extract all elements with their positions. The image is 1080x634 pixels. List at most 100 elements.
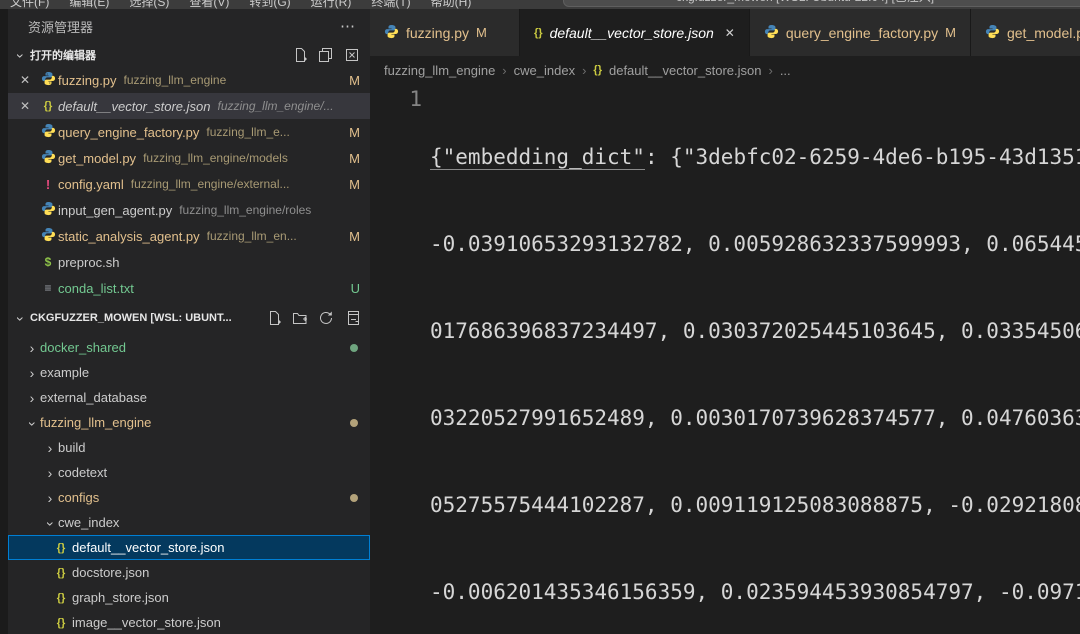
tab-get-model[interactable]: get_model.p bbox=[971, 9, 1080, 56]
tree-folder-fuzzing-llm-engine[interactable]: › fuzzing_llm_engine bbox=[8, 410, 370, 435]
menu-help[interactable]: 帮助(H) bbox=[431, 0, 472, 9]
open-editor-config-yaml[interactable]: ! config.yaml fuzzing_llm_engine/externa… bbox=[8, 171, 370, 197]
chevron-right-icon: › bbox=[24, 390, 40, 406]
open-editors-header[interactable]: › 打开的编辑器 bbox=[8, 43, 370, 67]
json-icon: {} bbox=[50, 567, 72, 579]
open-editor-preproc-sh[interactable]: $ preproc.sh bbox=[8, 249, 370, 275]
tree-folder-configs[interactable]: › configs bbox=[8, 485, 370, 510]
tree-file-docstore[interactable]: {} docstore.json bbox=[8, 560, 370, 585]
chevron-down-icon: › bbox=[25, 415, 41, 431]
git-status-badge: M bbox=[346, 151, 360, 166]
breadcrumb-item[interactable]: default__vector_store.json bbox=[609, 63, 761, 78]
menu-view[interactable]: 查看(V) bbox=[189, 0, 229, 9]
tree-file-graph-store[interactable]: {} graph_store.json bbox=[8, 585, 370, 610]
tree-folder-example[interactable]: › example bbox=[8, 360, 370, 385]
collapse-all-icon[interactable] bbox=[344, 310, 360, 326]
chevron-right-icon: › bbox=[24, 365, 40, 381]
menu-terminal[interactable]: 终端(T) bbox=[371, 0, 410, 9]
python-icon bbox=[38, 123, 58, 141]
new-file-icon[interactable] bbox=[292, 47, 308, 63]
python-icon bbox=[38, 201, 58, 219]
breadcrumb-item[interactable]: fuzzing_llm_engine bbox=[384, 63, 495, 78]
command-center-search[interactable]: › ckgfuzzer_mowen [WSL: Ubuntu-22.04] [已… bbox=[563, 0, 1080, 7]
close-icon[interactable]: ✕ bbox=[725, 26, 735, 40]
json-icon: {} bbox=[50, 592, 72, 604]
json-icon: {} bbox=[50, 542, 72, 554]
chevron-right-icon: › bbox=[42, 490, 58, 506]
text-file-icon: ≡ bbox=[38, 281, 58, 295]
menu-selection[interactable]: 选择(S) bbox=[129, 0, 169, 9]
json-content: {"embedding_dict": {"3debfc02-6259-4de6-… bbox=[430, 85, 1080, 634]
vscode-window: 文件(F) 编辑(E) 选择(S) 查看(V) 转到(G) 运行(R) 终端(T… bbox=[0, 0, 1080, 634]
chevron-down-icon: › bbox=[13, 48, 29, 64]
tab-default-vector-store[interactable]: {} default__vector_store.json ✕ bbox=[520, 9, 750, 56]
git-status-badge: M bbox=[346, 229, 360, 244]
tab-fuzzing-py[interactable]: fuzzing.py M bbox=[370, 9, 520, 56]
open-editors-label: 打开的编辑器 bbox=[30, 47, 96, 63]
git-status-badge: M bbox=[346, 73, 360, 88]
tree-folder-external-database[interactable]: › external_database bbox=[8, 385, 370, 410]
close-icon[interactable]: ✕ bbox=[20, 73, 38, 87]
explorer-sidebar: 资源管理器 ⋯ › 打开的编辑器 ✕ fuzzing.py fuzzing_ll… bbox=[8, 9, 370, 634]
python-icon bbox=[764, 24, 779, 42]
tree-folder-docker-shared[interactable]: › docker_shared bbox=[8, 335, 370, 360]
close-all-icon[interactable] bbox=[344, 47, 360, 63]
breadcrumb-item[interactable]: cwe_index bbox=[514, 63, 575, 78]
chevron-down-icon: › bbox=[43, 515, 59, 531]
json-icon: {} bbox=[50, 617, 72, 629]
open-editor-static-analysis-agent[interactable]: static_analysis_agent.py fuzzing_llm_en.… bbox=[8, 223, 370, 249]
menu-run[interactable]: 运行(R) bbox=[311, 0, 352, 9]
chevron-right-icon: › bbox=[768, 63, 772, 78]
git-status-badge: M bbox=[346, 177, 360, 192]
python-icon bbox=[985, 24, 1000, 42]
workspace-header[interactable]: › CKGFUZZER_MOWEN [WSL: UBUNT... bbox=[8, 301, 370, 335]
python-icon bbox=[38, 149, 58, 167]
tab-query-engine-factory[interactable]: query_engine_factory.py M bbox=[750, 9, 971, 56]
open-editor-input-gen-agent[interactable]: input_gen_agent.py fuzzing_llm_engine/ro… bbox=[8, 197, 370, 223]
close-icon[interactable]: ✕ bbox=[20, 99, 38, 113]
new-folder-icon[interactable] bbox=[292, 310, 308, 326]
editor-group: fuzzing.py M {} default__vector_store.js… bbox=[370, 9, 1080, 634]
save-all-icon[interactable] bbox=[318, 47, 334, 63]
json-icon: {} bbox=[534, 27, 543, 39]
tree-file-default-vector-store[interactable]: {} default__vector_store.json bbox=[8, 535, 370, 560]
menu-file[interactable]: 文件(F) bbox=[10, 0, 49, 9]
open-editor-get-model[interactable]: get_model.py fuzzing_llm_engine/models M bbox=[8, 145, 370, 171]
chevron-right-icon: › bbox=[42, 465, 58, 481]
explorer-title: 资源管理器 bbox=[28, 17, 93, 36]
breadcrumb: fuzzing_llm_engine › cwe_index › {} defa… bbox=[370, 56, 1080, 84]
open-editor-conda-list[interactable]: ≡ conda_list.txt U bbox=[8, 275, 370, 301]
tree-file-image-vector-store[interactable]: {} image__vector_store.json bbox=[8, 610, 370, 634]
new-file-icon[interactable] bbox=[266, 310, 282, 326]
more-actions-icon[interactable]: ⋯ bbox=[340, 17, 356, 35]
json-icon: {} bbox=[38, 100, 58, 112]
yaml-icon: ! bbox=[38, 177, 58, 192]
refresh-icon[interactable] bbox=[318, 310, 334, 326]
menu-edit[interactable]: 编辑(E) bbox=[69, 0, 109, 9]
tree-folder-build[interactable]: › build bbox=[8, 435, 370, 460]
title-bar: 文件(F) 编辑(E) 选择(S) 查看(V) 转到(G) 运行(R) 终端(T… bbox=[0, 0, 1080, 9]
menu-bar: 文件(F) 编辑(E) 选择(S) 查看(V) 转到(G) 运行(R) 终端(T… bbox=[10, 0, 471, 9]
open-editor-query-engine-factory[interactable]: query_engine_factory.py fuzzing_llm_e...… bbox=[8, 119, 370, 145]
git-status-badge: M bbox=[476, 25, 487, 40]
git-status-badge: M bbox=[346, 125, 360, 140]
menu-go[interactable]: 转到(G) bbox=[249, 0, 290, 9]
chevron-right-icon: › bbox=[24, 340, 40, 356]
chevron-right-icon: › bbox=[582, 63, 586, 78]
git-status-badge: U bbox=[346, 281, 360, 296]
python-icon bbox=[38, 71, 58, 89]
json-icon: {} bbox=[593, 64, 602, 76]
code-editor[interactable]: 1 {"embedding_dict": {"3debfc02-6259-4de… bbox=[370, 84, 1080, 634]
tree-folder-cwe-index[interactable]: › cwe_index bbox=[8, 510, 370, 535]
activity-bar-edge bbox=[0, 9, 8, 634]
git-dot-indicator bbox=[350, 344, 358, 352]
tree-folder-codetext[interactable]: › codetext bbox=[8, 460, 370, 485]
breadcrumb-item[interactable]: ... bbox=[780, 63, 791, 78]
chevron-right-icon: › bbox=[646, 0, 650, 2]
open-editor-default-vector-store[interactable]: ✕ {} default__vector_store.json fuzzing_… bbox=[8, 93, 370, 119]
open-editor-fuzzing-py[interactable]: ✕ fuzzing.py fuzzing_llm_engine M bbox=[8, 67, 370, 93]
window-title: ckgfuzzer_mowen [WSL: Ubuntu-22.04] [已注入… bbox=[676, 0, 934, 5]
tab-bar: fuzzing.py M {} default__vector_store.js… bbox=[370, 9, 1080, 56]
chevron-down-icon: › bbox=[13, 311, 29, 327]
git-dot-indicator bbox=[350, 494, 358, 502]
